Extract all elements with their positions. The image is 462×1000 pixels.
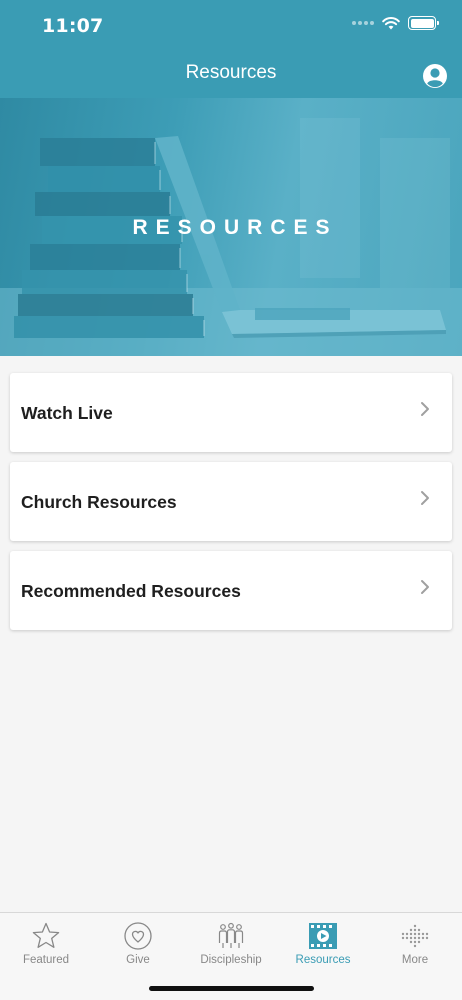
chevron-right-icon bbox=[421, 491, 429, 505]
tab-discipleship[interactable]: Discipleship bbox=[185, 913, 277, 983]
menu-item-watch-live[interactable]: Watch Live bbox=[10, 373, 452, 452]
tab-label: More bbox=[401, 954, 429, 966]
home-indicator bbox=[149, 986, 314, 991]
wifi-icon bbox=[382, 16, 400, 29]
menu-item-label: Watch Live bbox=[21, 403, 113, 423]
menu-item-recommended-resources[interactable]: Recommended Resources bbox=[10, 551, 452, 630]
tab-label: Featured bbox=[22, 954, 70, 966]
tab-label: Resources bbox=[295, 954, 351, 966]
menu-item-label: Church Resources bbox=[21, 492, 177, 512]
chevron-right-icon bbox=[421, 402, 429, 416]
star-icon bbox=[32, 922, 60, 948]
menu-item-label: Recommended Resources bbox=[21, 581, 241, 601]
status-time: 11:07 bbox=[42, 15, 104, 37]
tab-label: Discipleship bbox=[200, 954, 262, 966]
chevron-right-icon bbox=[421, 580, 429, 594]
tab-bar: Featured Give Discipleship Resources Mor… bbox=[0, 912, 462, 1000]
people-icon bbox=[218, 922, 244, 948]
hero-banner: RESOURCES bbox=[0, 98, 462, 356]
tab-resources[interactable]: Resources bbox=[277, 913, 369, 983]
tab-more[interactable]: More bbox=[369, 913, 461, 983]
tab-label: Give bbox=[126, 954, 150, 966]
menu-item-church-resources[interactable]: Church Resources bbox=[10, 462, 452, 541]
video-icon bbox=[309, 923, 337, 949]
page-title: Resources bbox=[185, 62, 277, 83]
top-bar: 11:07 Resources bbox=[0, 0, 462, 98]
hero-title: RESOURCES bbox=[132, 216, 338, 239]
heart-icon bbox=[124, 922, 152, 950]
cellular-signal-icon bbox=[352, 21, 374, 25]
status-icons bbox=[352, 16, 439, 30]
tab-featured[interactable]: Featured bbox=[0, 913, 92, 983]
tab-give[interactable]: Give bbox=[92, 913, 184, 983]
battery-icon bbox=[408, 16, 439, 30]
profile-icon[interactable] bbox=[422, 63, 448, 89]
dots-grid-icon bbox=[401, 924, 429, 948]
